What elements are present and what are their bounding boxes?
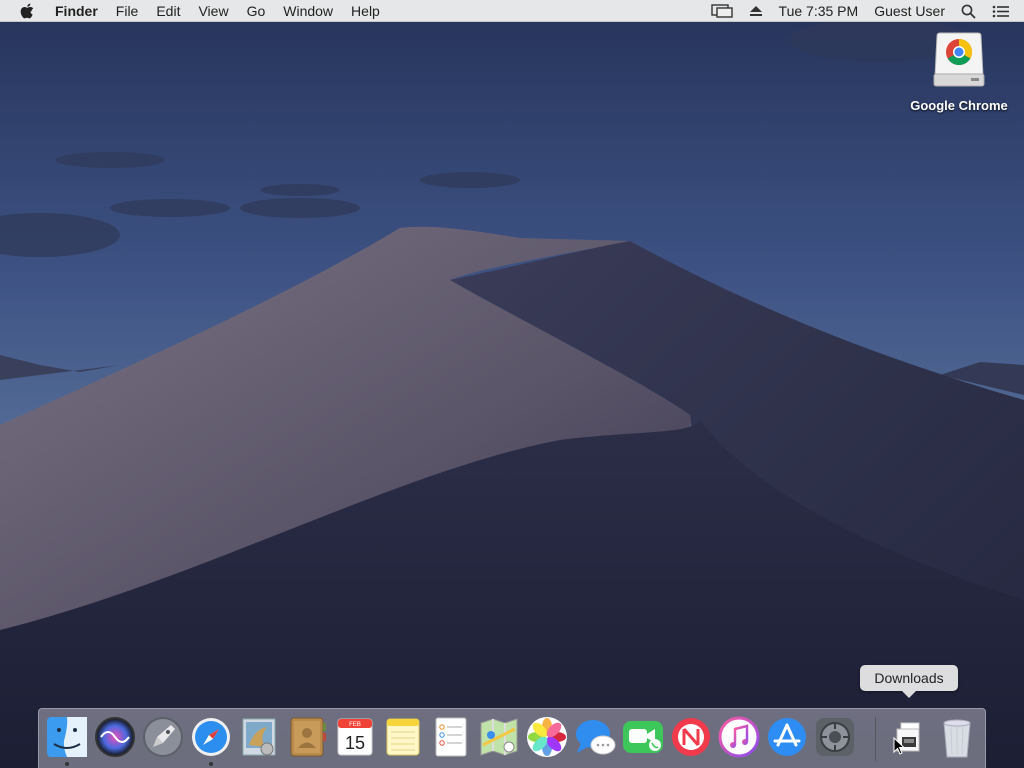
messages-icon bbox=[576, 720, 616, 755]
menu-file[interactable]: File bbox=[107, 0, 148, 22]
dock-messages[interactable] bbox=[573, 715, 617, 759]
reminders-icon bbox=[435, 717, 467, 757]
wallpaper-mojave-dunes bbox=[0, 0, 1024, 768]
dock-contacts[interactable] bbox=[285, 715, 329, 759]
mail-icon bbox=[242, 718, 276, 756]
menu-help[interactable]: Help bbox=[342, 0, 389, 22]
desktop-icon-google-chrome[interactable]: Google Chrome bbox=[904, 30, 1014, 113]
itunes-icon bbox=[718, 716, 760, 758]
maps-icon bbox=[480, 718, 518, 756]
dock-mail[interactable] bbox=[237, 715, 281, 759]
desktop: Finder File Edit View Go Window Help Tue… bbox=[0, 0, 1024, 768]
mouse-cursor-icon bbox=[893, 737, 905, 755]
dock-safari[interactable] bbox=[189, 715, 233, 759]
eject-icon[interactable] bbox=[741, 0, 771, 22]
display-mirroring-icon[interactable] bbox=[703, 0, 741, 22]
news-icon bbox=[672, 718, 710, 756]
clock[interactable]: Tue 7:35 PM bbox=[771, 0, 867, 22]
dock-system-preferences[interactable] bbox=[813, 715, 857, 759]
dock-separator bbox=[875, 717, 876, 761]
running-indicator bbox=[209, 762, 213, 766]
dock-calendar[interactable]: FEB 15 bbox=[333, 715, 377, 759]
launchpad-icon bbox=[143, 717, 183, 757]
dock-trash[interactable] bbox=[935, 715, 979, 759]
contacts-icon bbox=[290, 717, 326, 757]
notes-icon bbox=[386, 718, 420, 756]
desktop-icon-label: Google Chrome bbox=[910, 98, 1008, 113]
dock-siri[interactable] bbox=[93, 715, 137, 759]
running-indicator bbox=[65, 762, 69, 766]
dock-news[interactable] bbox=[669, 715, 713, 759]
apple-icon bbox=[20, 3, 34, 19]
apple-menu[interactable] bbox=[0, 0, 46, 22]
dock-notes[interactable] bbox=[381, 715, 425, 759]
notification-center-icon[interactable] bbox=[984, 0, 1024, 22]
facetime-icon bbox=[623, 721, 663, 753]
spotlight-search-icon[interactable] bbox=[953, 0, 984, 22]
photos-icon bbox=[527, 717, 567, 757]
dock-tooltip: Downloads bbox=[860, 665, 958, 698]
fast-user-switching[interactable]: Guest User bbox=[866, 0, 953, 22]
dock-app-store[interactable] bbox=[765, 715, 809, 759]
app-menu-finder[interactable]: Finder bbox=[46, 0, 107, 22]
safari-icon bbox=[192, 718, 230, 756]
calendar-month: FEB bbox=[349, 722, 361, 728]
system-preferences-icon bbox=[816, 718, 854, 756]
calendar-day: 15 bbox=[345, 733, 365, 753]
trash-icon bbox=[943, 719, 971, 758]
dock-launchpad[interactable] bbox=[141, 715, 185, 759]
menu-view[interactable]: View bbox=[189, 0, 237, 22]
menu-window[interactable]: Window bbox=[274, 0, 342, 22]
app-store-icon bbox=[768, 718, 806, 756]
disk-image-icon bbox=[931, 30, 987, 90]
dock-itunes[interactable] bbox=[717, 715, 761, 759]
menu-edit[interactable]: Edit bbox=[147, 0, 189, 22]
dock-reminders[interactable] bbox=[429, 715, 473, 759]
dock-finder[interactable] bbox=[45, 715, 89, 759]
menu-go[interactable]: Go bbox=[238, 0, 275, 22]
finder-icon bbox=[47, 717, 87, 757]
menu-bar: Finder File Edit View Go Window Help Tue… bbox=[0, 0, 1024, 22]
dock-facetime[interactable] bbox=[621, 715, 665, 759]
dock-photos[interactable] bbox=[525, 715, 569, 759]
dock-maps[interactable] bbox=[477, 715, 521, 759]
calendar-icon: FEB 15 bbox=[337, 718, 373, 756]
siri-icon bbox=[95, 717, 135, 757]
dock: FEB 15 bbox=[38, 708, 986, 768]
